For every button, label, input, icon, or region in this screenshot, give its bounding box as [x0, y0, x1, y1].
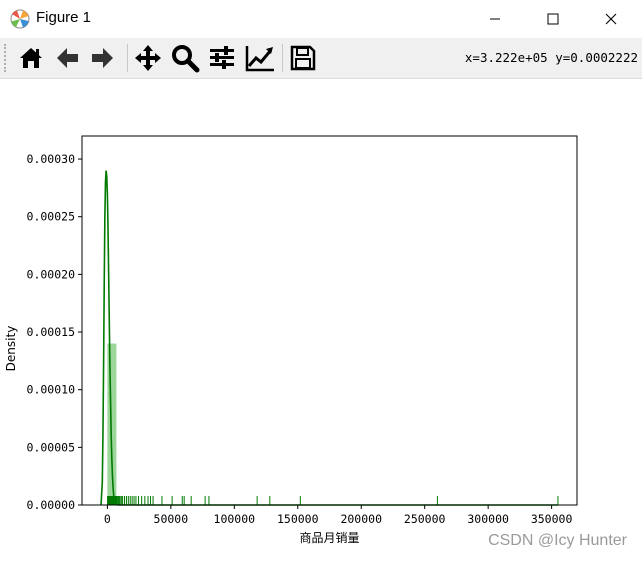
maximize-icon: [547, 13, 559, 25]
x-tick-label: 150000: [277, 512, 319, 526]
toolbar: x=3.222e+05 y=0.0002222: [0, 38, 642, 79]
close-button[interactable]: [582, 0, 640, 38]
density-chart[interactable]: 0 50000 100000 150000 200000 250000 300000 3500…: [0, 79, 642, 559]
minimize-icon: [490, 18, 500, 20]
cursor-coordinates: x=3.222e+05 y=0.0002222: [464, 50, 638, 65]
x-tick-label: 250000: [404, 512, 446, 526]
save-icon: [290, 45, 316, 71]
minimize-button[interactable]: [466, 0, 524, 38]
y-axis-label: Density: [4, 326, 18, 372]
x-tick-label: 300000: [467, 512, 509, 526]
y-axis: 0.00000 0.00005 0.00010 0.00015 0.00020 0.000…: [27, 152, 82, 512]
back-icon: [57, 48, 78, 68]
save-button[interactable]: [286, 42, 320, 74]
x-tick-label: 100000: [214, 512, 256, 526]
y-tick-label: 0.00010: [27, 383, 76, 397]
y-tick-label: 0.00020: [27, 267, 76, 281]
x-axis-label: 商品月销量: [299, 530, 359, 545]
x-tick-label: 350000: [531, 512, 573, 526]
y-tick-label: 0.00000: [27, 498, 76, 512]
watermark: CSDN @Icy Hunter: [488, 532, 627, 549]
y-tick-label: 0.00030: [27, 152, 76, 166]
pan-button[interactable]: [131, 42, 165, 74]
close-icon: [605, 13, 617, 25]
y-tick-label: 0.00015: [27, 325, 75, 339]
edit-axis-button[interactable]: [243, 42, 277, 74]
figure-canvas[interactable]: 0 50000 100000 150000 200000 250000 300000 3500…: [0, 79, 642, 559]
forward-icon: [92, 48, 113, 68]
title-bar: Figure 1: [0, 0, 642, 38]
histogram-bar: [107, 343, 117, 505]
toolbar-grip[interactable]: [4, 44, 8, 72]
y-tick-label: 0.00025: [27, 210, 75, 224]
y-tick-label: 0.00005: [27, 440, 75, 454]
toolbar-separator: [127, 44, 128, 72]
kde: [100, 170, 558, 506]
window-title: Figure 1: [36, 9, 92, 26]
matplotlib-logo-icon: [10, 9, 30, 29]
subplots-button[interactable]: [205, 42, 239, 74]
maximize-button[interactable]: [524, 0, 582, 38]
home-button[interactable]: [14, 42, 48, 74]
histogram: [107, 343, 117, 505]
x-axis: 0 50000 100000 150000 200000 250000 300000 3500…: [104, 505, 573, 526]
home-icon: [20, 48, 42, 68]
axes-frame: [81, 135, 578, 506]
x-tick-label: 0: [104, 512, 111, 526]
forward-button[interactable]: [86, 42, 120, 74]
zoom-icon: [172, 45, 200, 73]
zoom-button[interactable]: [168, 42, 202, 74]
kde-line: [100, 170, 558, 506]
edit-axis-icon: [245, 46, 274, 72]
x-tick-label: 50000: [154, 512, 189, 526]
rug: [107, 496, 559, 505]
pan-icon: [135, 45, 161, 71]
back-button[interactable]: [50, 42, 84, 74]
subplots-icon: [210, 46, 234, 69]
toolbar-separator: [282, 44, 283, 72]
x-tick-label: 200000: [340, 512, 382, 526]
